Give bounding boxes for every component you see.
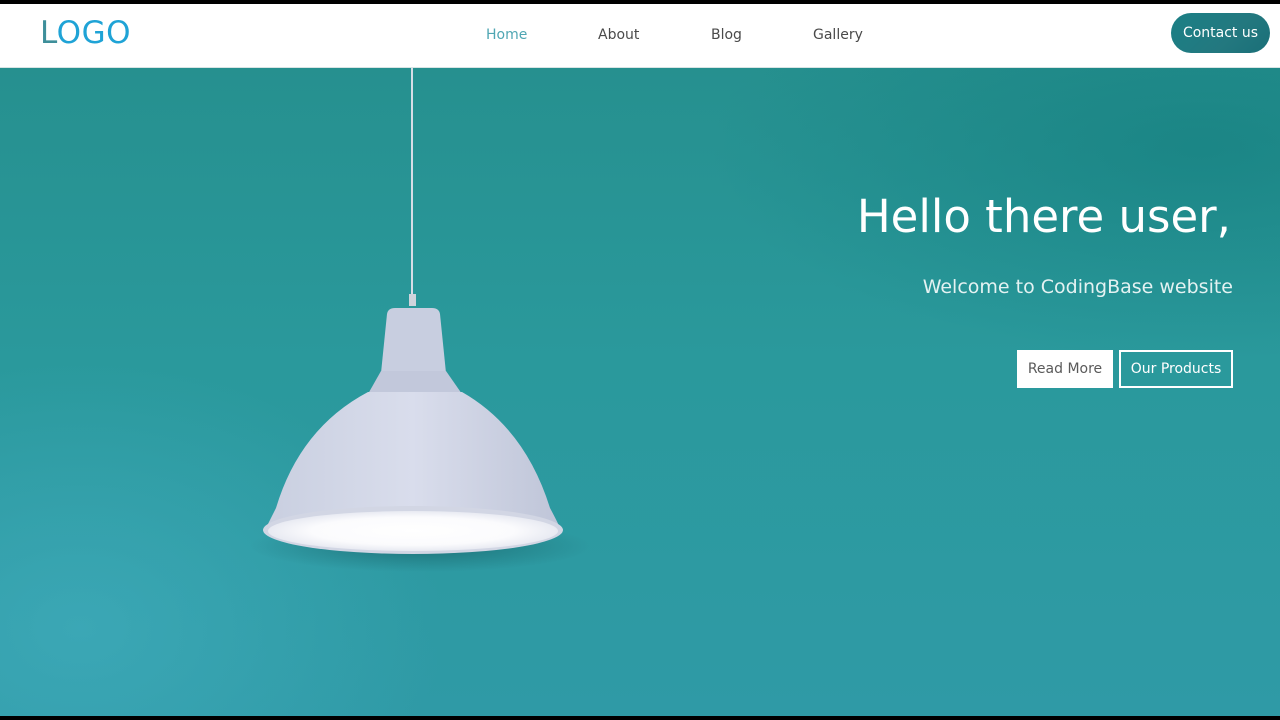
nav-gallery[interactable]: Gallery bbox=[813, 26, 863, 44]
nav-blog[interactable]: Blog bbox=[711, 26, 742, 44]
hero-section: Hello there user, Welcome to CodingBase … bbox=[0, 68, 1280, 716]
hero-title: Hello there user, bbox=[856, 190, 1231, 243]
main-nav: Home About Blog Gallery bbox=[0, 4, 1280, 68]
contact-button[interactable]: Contact us bbox=[1171, 13, 1270, 53]
read-more-button[interactable]: Read More bbox=[1017, 350, 1113, 388]
nav-home[interactable]: Home bbox=[486, 26, 527, 44]
nav-about[interactable]: About bbox=[598, 26, 639, 44]
lamp-image bbox=[250, 68, 590, 572]
site-header: LOGO Home About Blog Gallery Contact us bbox=[0, 4, 1280, 68]
page-frame: LOGO Home About Blog Gallery Contact us bbox=[0, 4, 1280, 716]
hero-subtitle: Welcome to CodingBase website bbox=[922, 276, 1233, 298]
our-products-button[interactable]: Our Products bbox=[1119, 350, 1233, 388]
